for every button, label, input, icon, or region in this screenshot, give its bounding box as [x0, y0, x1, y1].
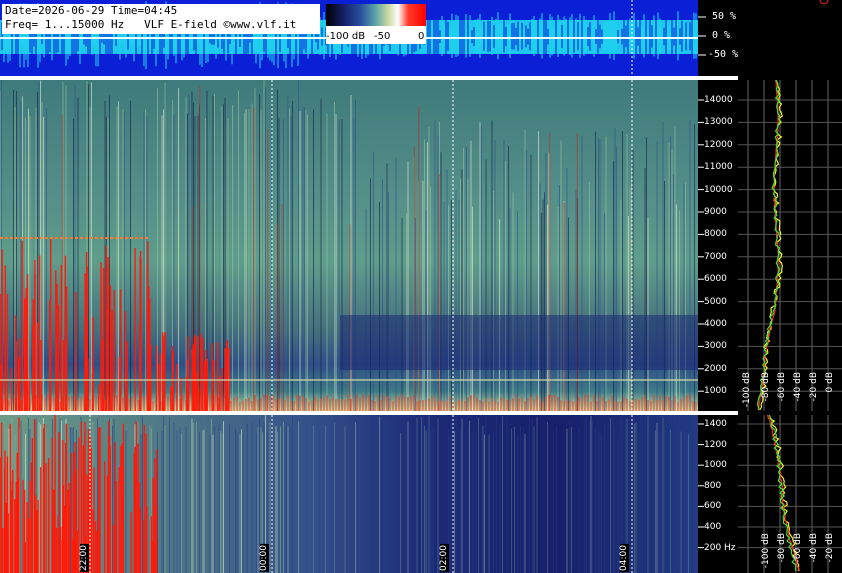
db-tick: -60 dB — [777, 372, 787, 402]
db-tick: -80 dB — [777, 533, 787, 563]
db-tick: -80 dB — [761, 372, 771, 402]
main-tick: 10000 — [704, 184, 733, 195]
spectrogram-main-streaks — [0, 80, 698, 411]
main-tick: 14000 — [704, 95, 733, 105]
time-mark-0000: 00:00 — [259, 544, 269, 572]
db-tick: -60 dB — [793, 533, 803, 563]
colorbar-min-label: -100 dB — [326, 31, 366, 42]
low-tick: 1200 — [704, 439, 727, 450]
low-tick: 800 — [704, 480, 722, 491]
main-tick: 11000 — [704, 162, 733, 173]
main-tick: 4000 — [704, 319, 727, 329]
colorbar-max-label: 0 — [418, 31, 425, 42]
spectrum-curve-yellow — [759, 80, 783, 411]
main-tick: 5000 — [704, 296, 727, 307]
colorbar-mid-label: -50 — [374, 31, 391, 42]
main-frequency-axis: 0 dB -20 dB -40 dB -60 dB -80 dB -100 dB… — [698, 80, 842, 411]
time-mark-0400: 04:00 — [619, 544, 629, 572]
low-tick: 1000 — [704, 460, 727, 471]
main-tick: 8000 — [704, 229, 727, 240]
main-tick: 12000 — [704, 139, 733, 150]
db-tick: -20 dB — [809, 372, 819, 402]
main-tick: 9000 — [704, 207, 727, 217]
spectrogram-main — [0, 80, 698, 411]
spectrum-curve-green — [756, 80, 781, 411]
info-date-time: Date=2026-06-29 Time=04:45 — [5, 4, 178, 17]
amp-tick-marks — [698, 0, 829, 56]
spectrogram-low-streaks — [0, 415, 698, 573]
low-tick: 200 Hz — [704, 542, 736, 553]
spectrogram-low — [0, 415, 698, 573]
db-tick: -100 dB — [742, 372, 752, 408]
main-axis-graph — [698, 80, 842, 411]
time-mark-0200: 02:00 — [439, 544, 449, 572]
low-tick: 600 — [704, 501, 722, 512]
db-tick: -40 dB — [809, 533, 819, 563]
db-tick: -20 dB — [825, 533, 835, 563]
db-tick: 0 dB — [825, 372, 835, 393]
main-tick: 2000 — [704, 363, 727, 374]
db-tick: -100 dB — [761, 533, 771, 569]
colorbar-gradient — [326, 4, 426, 26]
main-tick: 3000 — [704, 341, 727, 352]
info-frequency: Freq= 1...15000 Hz VLF E-field ©www.vlf.… — [5, 18, 297, 31]
main-tick: 6000 — [704, 274, 727, 285]
time-mark-2200: 22:00 — [79, 544, 89, 572]
amplitude-scale-panel: 50 % 0 % -50 % — [698, 0, 842, 77]
main-tick: 1000 — [704, 386, 727, 397]
low-tick: 1400 — [704, 419, 727, 429]
db-tick: -40 dB — [793, 372, 803, 402]
low-tick: 400 — [704, 522, 722, 532]
info-box: Date=2026-06-29 Time=04:45 Freq= 1...150… — [2, 4, 320, 34]
low-frequency-axis: -20 dB -40 dB -60 dB -80 dB -100 dB 1400… — [698, 415, 842, 573]
main-tick: 13000 — [704, 117, 733, 128]
colorbar: -100 dB -50 0 — [326, 4, 426, 44]
main-tick: 7000 — [704, 251, 727, 262]
